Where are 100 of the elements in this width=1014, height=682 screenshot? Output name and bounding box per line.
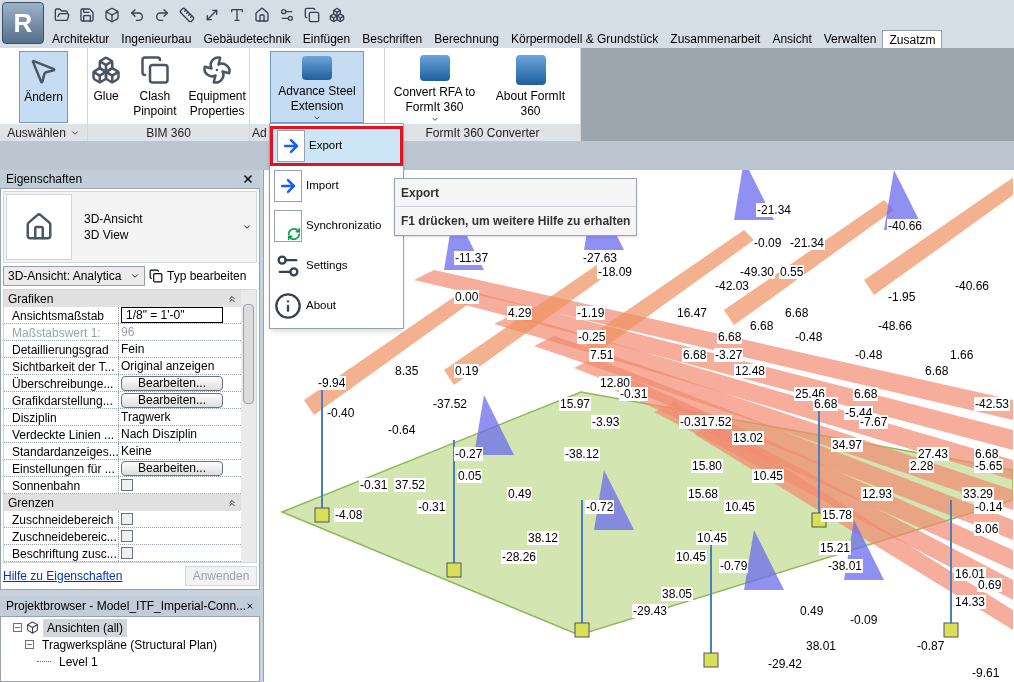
ribbon-tab[interactable]: Ingenieurbau xyxy=(115,30,198,48)
panel-title[interactable]: Auswählen xyxy=(0,124,87,141)
ribbon-tab[interactable]: Gebäudetechnik xyxy=(197,30,297,48)
group-header[interactable]: Grafiken xyxy=(4,290,241,307)
collapse-icon xyxy=(227,293,237,304)
type-subname: 3D View xyxy=(84,227,130,243)
menu-item[interactable]: Import xyxy=(270,166,343,206)
menu-item[interactable]: Export xyxy=(270,126,403,166)
ribbon-button[interactable]: Convert RFA to FormIt 360 xyxy=(388,51,481,123)
load-value-label: -0.72 xyxy=(585,500,615,514)
close-icon[interactable] xyxy=(242,173,254,185)
property-value: Nach Disziplin xyxy=(121,426,198,443)
toolbar-icon[interactable] xyxy=(304,7,320,23)
property-label: Beschriftung zusc... xyxy=(4,545,119,561)
ribbon-tab[interactable]: Berechnung xyxy=(428,30,505,48)
collapse-icon xyxy=(227,497,237,508)
ribbon-button[interactable]: About FormIt 360 xyxy=(484,51,577,123)
panel-header: Projektbrowser - Model_ITF_Imperial-Conn... xyxy=(0,596,260,616)
menu-item[interactable]: Synchronizatio xyxy=(270,206,386,246)
edit-button[interactable]: Bearbeiten... xyxy=(121,460,223,476)
menu-item[interactable]: Settings xyxy=(270,246,352,286)
load-value-label: -0.64 xyxy=(387,423,417,437)
caret-icon xyxy=(242,222,252,232)
property-label: Sonnenbahn xyxy=(4,477,119,493)
toolbar-icon[interactable] xyxy=(79,7,95,23)
property-label: Disziplin xyxy=(4,409,119,425)
load-value-label: 8.06 xyxy=(974,522,1000,536)
logo-icon xyxy=(302,56,332,80)
panel-title[interactable]: BIM 360 xyxy=(88,124,249,141)
property-label: Standardanzeiges... xyxy=(4,443,119,459)
property-label: Grafikdarstellung... xyxy=(4,392,119,408)
toolbar-icon[interactable] xyxy=(229,7,245,23)
load-value-label: 12.93 xyxy=(861,487,894,501)
collapse-toggle-icon[interactable] xyxy=(25,640,34,649)
toolbar-icon[interactable] xyxy=(204,7,220,23)
toolbar-icon[interactable] xyxy=(154,7,170,23)
ribbon-tab[interactable]: Einfügen xyxy=(296,30,357,48)
ribbon-tab[interactable]: Zusammenarbeit xyxy=(664,30,767,48)
toolbar-icon[interactable] xyxy=(179,7,195,23)
menu-item[interactable]: About xyxy=(270,286,341,326)
checkbox[interactable] xyxy=(121,513,133,525)
load-value-label: -38.12 xyxy=(564,447,601,461)
ribbon-tab[interactable]: Verwalten xyxy=(817,30,883,48)
load-value-label: 14.33 xyxy=(954,595,987,609)
ribbon-button[interactable]: Equipment Properties xyxy=(184,51,250,123)
ribbon-button[interactable]: Advance Steel Extension xyxy=(270,51,364,123)
ribbon-tab[interactable]: Ansicht xyxy=(766,30,818,48)
ribbon-tab[interactable]: Beschriften xyxy=(356,30,429,48)
load-value-label: 37.52 xyxy=(394,478,427,492)
toolbar-icon[interactable] xyxy=(329,7,345,23)
collapse-toggle-icon[interactable] xyxy=(13,623,22,632)
load-value-label: -18.09 xyxy=(597,265,634,279)
panel-header: Eigenschaften xyxy=(0,170,260,188)
tree-item[interactable]: Level 1 xyxy=(55,652,102,671)
checkbox[interactable] xyxy=(121,547,133,559)
property-value: Fein xyxy=(121,341,145,358)
property-label: Verdeckte Linien ... xyxy=(4,426,119,442)
type-icon xyxy=(149,269,163,283)
toolbar-icon[interactable] xyxy=(104,7,120,23)
load-value-label: 15.78 xyxy=(821,508,854,522)
tree-item[interactable]: Ansichten (all) xyxy=(43,618,128,637)
checkbox[interactable] xyxy=(121,530,133,542)
load-value-label: -0.40 xyxy=(326,406,356,420)
group-header[interactable]: Grenzen xyxy=(4,494,241,511)
load-value-label: 6.68 xyxy=(813,397,839,411)
scrollbar[interactable] xyxy=(241,290,256,562)
toolbar-icon[interactable] xyxy=(54,7,70,23)
load-value-label: -9.94 xyxy=(317,376,347,390)
logo-icon xyxy=(419,55,450,81)
load-value-label: -0.87 xyxy=(916,639,946,653)
type-name: 3D-Ansicht xyxy=(84,211,144,227)
ribbon-button[interactable]: Ändern xyxy=(19,51,68,123)
load-value-label: -28.26 xyxy=(501,550,538,564)
type-selector[interactable]: 3D-Ansicht 3D View xyxy=(3,191,257,263)
ribbon-button[interactable]: Glue xyxy=(87,51,126,123)
tree-item[interactable]: Tragwerkspläne (Structural Plan) xyxy=(38,635,221,654)
edit-type-button[interactable]: Typ bearbeiten xyxy=(149,267,247,285)
checkbox[interactable] xyxy=(121,479,133,491)
property-label: Sichtbarkeit der T... xyxy=(4,358,119,374)
load-value-label: -0.27 xyxy=(454,447,484,461)
view-dropdown[interactable]: 3D-Ansicht: Analytica xyxy=(3,266,145,286)
load-value-label: 6.68 xyxy=(924,364,950,378)
tooltip-text: F1 drücken, um weitere Hilfe zu erhalten xyxy=(400,213,632,230)
scale-field[interactable]: 1/8" = 1'-0" xyxy=(121,307,223,323)
load-value-label: 0.49 xyxy=(507,487,533,501)
load-value-label: -21.34 xyxy=(789,236,826,250)
toolbar-icon[interactable] xyxy=(129,7,145,23)
ribbon-tab[interactable]: Körpermodell & Grundstück xyxy=(504,30,665,48)
ribbon-tab[interactable]: Architektur xyxy=(46,30,116,48)
load-value-label: 2.28 xyxy=(909,459,935,473)
toolbar-icon[interactable] xyxy=(279,7,295,23)
load-value-label: -0.79 xyxy=(719,559,749,573)
edit-button[interactable]: Bearbeiten... xyxy=(121,375,223,391)
load-value-label: -3.27 xyxy=(714,348,744,362)
ribbon-button[interactable]: Clash Pinpoint xyxy=(129,51,181,123)
help-link[interactable]: Hilfe zu Eigenschaften xyxy=(3,567,123,585)
load-value-label: 38.12 xyxy=(527,531,560,545)
ribbon-tab[interactable]: Zusatzm xyxy=(882,30,943,48)
edit-button[interactable]: Bearbeiten... xyxy=(121,392,223,408)
toolbar-icon[interactable] xyxy=(254,7,270,23)
